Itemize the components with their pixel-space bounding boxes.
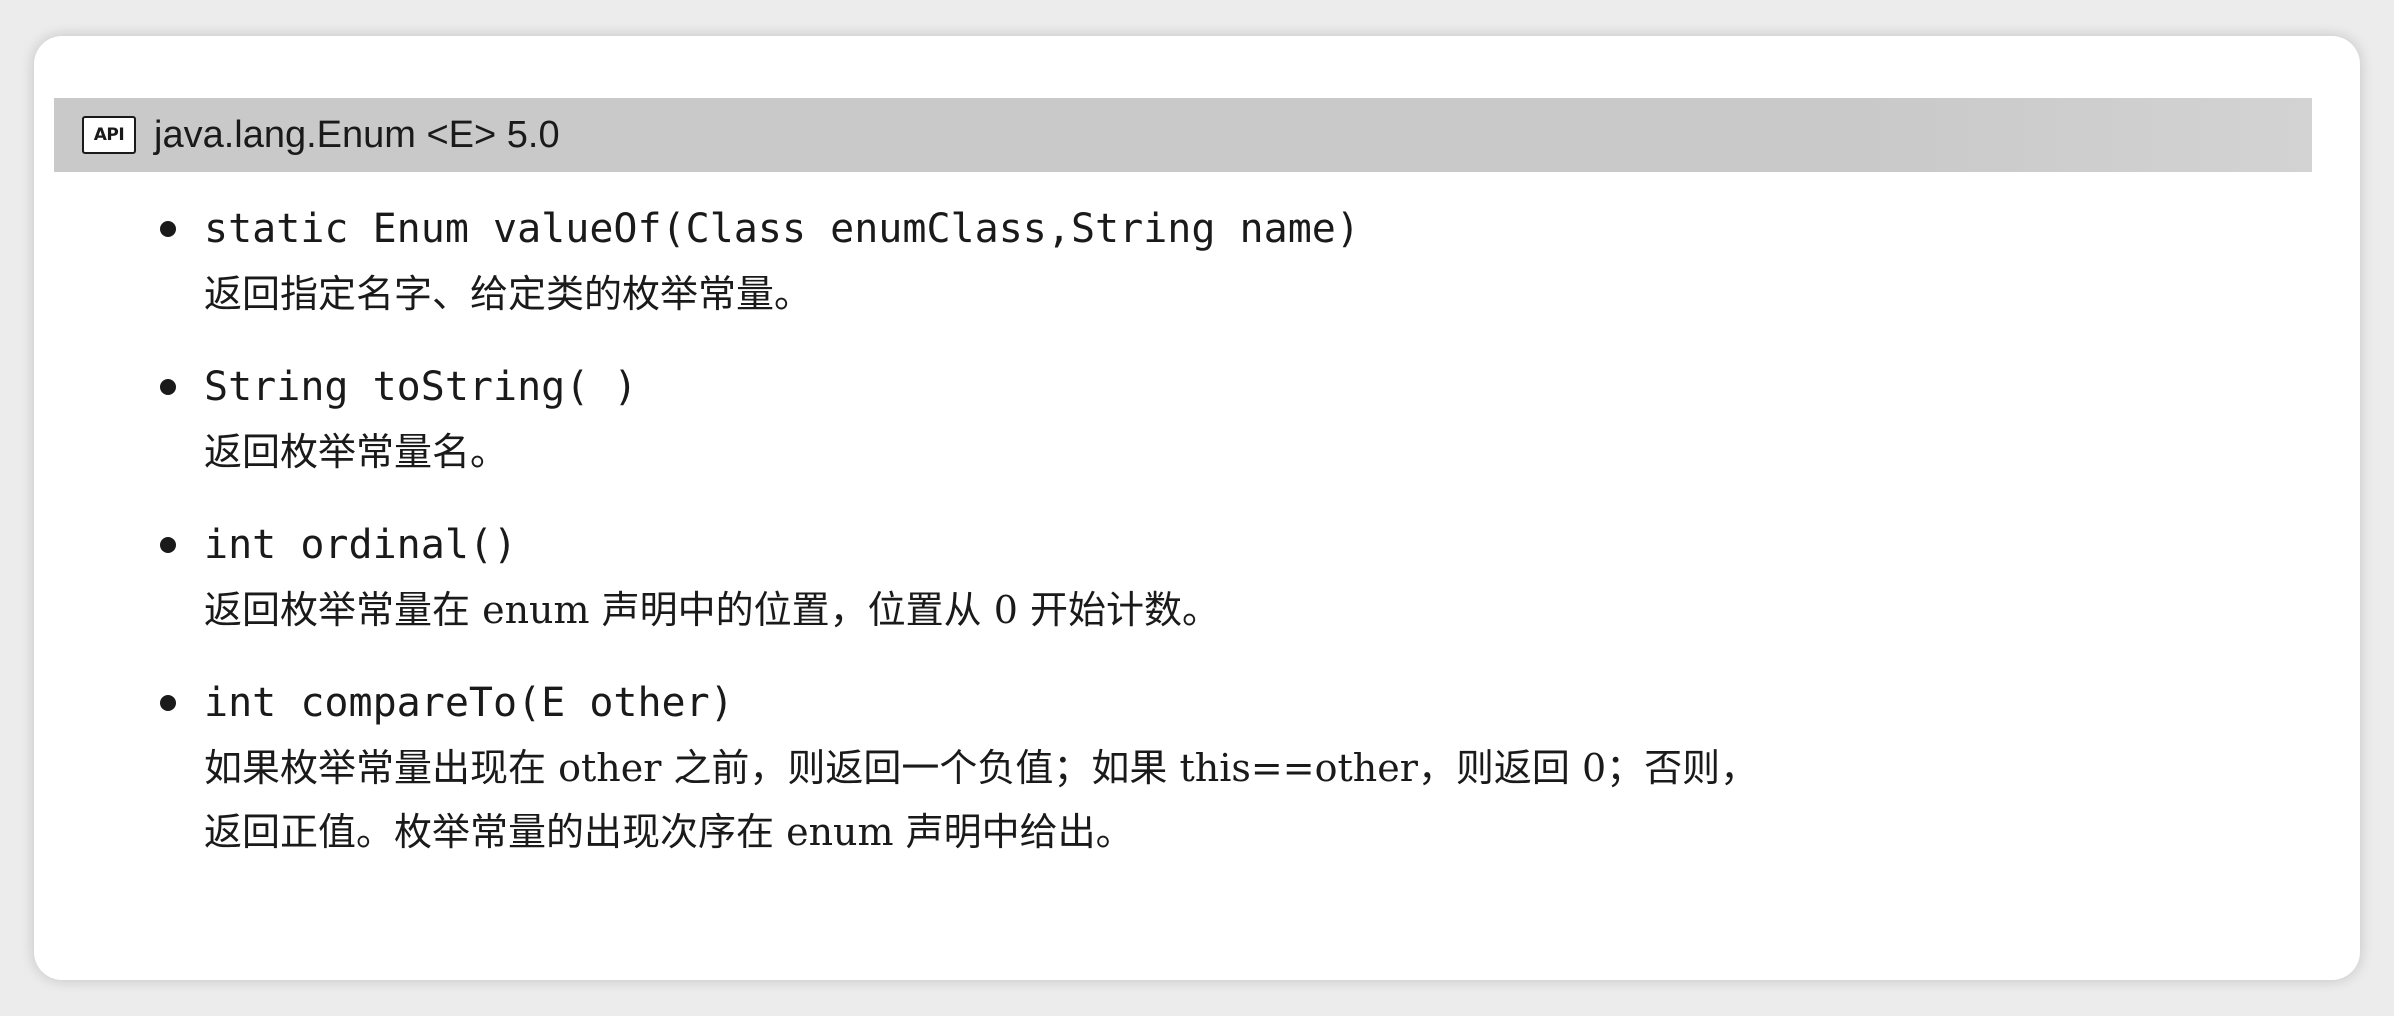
bullet-icon (160, 379, 176, 395)
method-description: 返回指定名字、给定类的枚举常量。 (204, 272, 813, 316)
bullet-icon (160, 537, 176, 553)
method-signature: int ordinal() (160, 512, 2320, 578)
api-icon: API (82, 116, 136, 154)
bullet-icon (160, 221, 176, 237)
api-card: API java.lang.Enum <E> 5.0 static Enum v… (34, 36, 2360, 980)
method-signature: static Enum valueOf(Class enumClass,Stri… (160, 196, 2320, 262)
method-description: 返回枚举常量名。 (204, 430, 509, 474)
api-title: java.lang.Enum <E> 5.0 (154, 113, 560, 156)
signature-text: String toString( ) (204, 364, 638, 410)
method-description-line-2: 返回正值。枚举常量的出现次序在 enum 声明中给出。 (204, 810, 1134, 854)
method-entry-tostring: String toString( ) 返回枚举常量名。 (160, 354, 2320, 484)
bullet-icon (160, 695, 176, 711)
method-description-line-1: 如果枚举常量出现在 other 之前，则返回一个负值；如果 this==othe… (204, 746, 1759, 790)
method-list: static Enum valueOf(Class enumClass,Stri… (160, 196, 2320, 892)
method-signature: int compareTo(E other) (160, 670, 2320, 736)
method-description: 返回枚举常量在 enum 声明中的位置，位置从 0 开始计数。 (204, 588, 1220, 632)
signature-text: int compareTo(E other) (204, 680, 734, 726)
method-entry-ordinal: int ordinal() 返回枚举常量在 enum 声明中的位置，位置从 0 … (160, 512, 2320, 642)
signature-text: static Enum valueOf(Class enumClass,Stri… (204, 206, 1360, 252)
method-entry-compareto: int compareTo(E other) 如果枚举常量出现在 other 之… (160, 670, 2320, 864)
api-header: API java.lang.Enum <E> 5.0 (54, 98, 2312, 172)
method-signature: String toString( ) (160, 354, 2320, 420)
method-entry-valueof: static Enum valueOf(Class enumClass,Stri… (160, 196, 2320, 326)
signature-text: int ordinal() (204, 522, 518, 568)
